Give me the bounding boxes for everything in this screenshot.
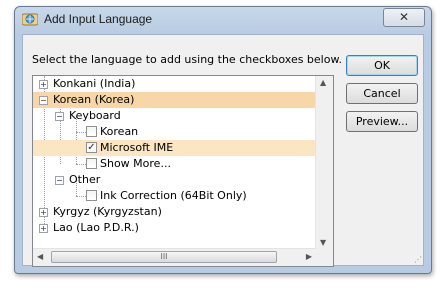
dialog-window: Add Input Language ✕ Select the language… xyxy=(14,6,432,274)
tree-item-label: Korean (Korea) xyxy=(53,93,135,106)
expand-icon[interactable]: + xyxy=(39,80,48,89)
resize-grip-icon[interactable]: ⋰ xyxy=(414,255,422,264)
horizontal-scroll-thumb[interactable]: III xyxy=(51,251,277,263)
korean-checkbox[interactable] xyxy=(86,126,97,137)
tree-item-korean-keyboard[interactable]: Korean xyxy=(33,124,316,140)
title-bar[interactable]: Add Input Language ✕ xyxy=(15,7,431,33)
expand-icon[interactable]: + xyxy=(39,208,48,217)
show-more-checkbox[interactable] xyxy=(86,158,97,169)
horizontal-scrollbar[interactable]: ◀ III ▶ xyxy=(33,248,316,266)
tree-item-lao[interactable]: + Lao (Lao P.D.R.) xyxy=(33,220,316,236)
instructions-text: Select the language to add using the che… xyxy=(32,53,342,66)
tree-item-label: Microsoft IME xyxy=(100,141,174,154)
vertical-scrollbar[interactable]: ▲ ▼ xyxy=(315,76,333,249)
microsoft-ime-checkbox[interactable]: ✓ xyxy=(86,142,97,153)
dialog-body: Select the language to add using the che… xyxy=(22,34,424,267)
tree-item-label: Kyrgyz (Kyrgyzstan) xyxy=(53,205,162,218)
tree-item-korean-korea[interactable]: − Korean (Korea) xyxy=(33,92,316,108)
tree-item-label: Show More... xyxy=(100,157,171,170)
tree-item-microsoft-ime[interactable]: ✓ Microsoft IME xyxy=(33,140,316,156)
tree-item-other[interactable]: − Other xyxy=(33,172,316,188)
collapse-icon[interactable]: − xyxy=(55,176,64,185)
close-button[interactable]: ✕ xyxy=(383,8,425,27)
collapse-icon[interactable]: − xyxy=(55,112,64,121)
tree-item-label: Other xyxy=(69,173,101,186)
language-globe-icon xyxy=(22,13,38,26)
scroll-down-icon[interactable]: ▼ xyxy=(320,238,326,247)
tree-item-label: Lao (Lao P.D.R.) xyxy=(53,221,139,234)
tree-item-ink-correction[interactable]: Ink Correction (64Bit Only) xyxy=(33,188,316,204)
tree-item-kyrgyz[interactable]: + Kyrgyz (Kyrgyzstan) xyxy=(33,204,316,220)
tree-item-label: Korean xyxy=(100,125,139,138)
cancel-button[interactable]: Cancel xyxy=(346,83,418,104)
ink-correction-checkbox[interactable] xyxy=(86,190,97,201)
scrollbar-corner xyxy=(316,249,333,266)
tree-item-label: Keyboard xyxy=(69,109,121,122)
tree-item-label: Ink Correction (64Bit Only) xyxy=(100,189,247,202)
preview-button[interactable]: Preview... xyxy=(346,111,418,132)
expand-icon[interactable]: + xyxy=(39,224,48,233)
scroll-up-icon[interactable]: ▲ xyxy=(320,78,326,87)
tree-item-keyboard[interactable]: − Keyboard xyxy=(33,108,316,124)
window-title: Add Input Language xyxy=(44,12,153,26)
grip-icon: III xyxy=(160,252,168,261)
tree-item-label: Konkani (India) xyxy=(53,77,136,90)
scroll-left-icon[interactable]: ◀ xyxy=(37,252,43,261)
ok-button[interactable]: OK xyxy=(346,55,418,76)
tree-item-konkani[interactable]: + Konkani (India) xyxy=(33,76,316,92)
close-icon: ✕ xyxy=(398,10,410,24)
tree-item-show-more[interactable]: Show More... xyxy=(33,156,316,172)
scroll-right-icon[interactable]: ▶ xyxy=(306,252,312,261)
collapse-icon[interactable]: − xyxy=(39,96,48,105)
language-tree[interactable]: + Konkani (India) − Korean (Korea) − Key… xyxy=(32,75,334,267)
